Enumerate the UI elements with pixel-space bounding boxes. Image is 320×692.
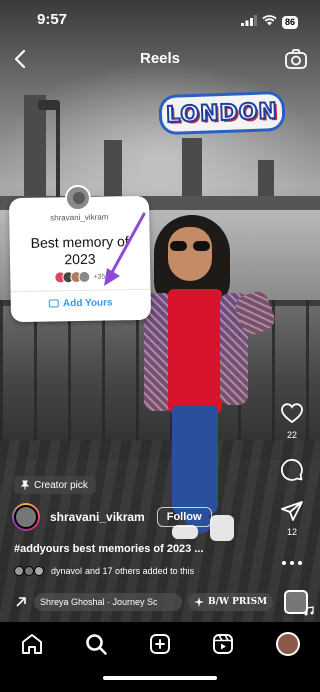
status-time: 9:57 (37, 11, 68, 28)
tab-search[interactable] (84, 632, 108, 656)
added-by-text: and 17 others added to this (85, 566, 195, 576)
effect-tag[interactable]: B/W PRISM (188, 593, 274, 611)
wifi-icon (262, 13, 277, 31)
red-top (168, 289, 222, 413)
added-by-row[interactable]: dynavol and 17 others added to this (14, 566, 194, 576)
author-username[interactable]: shravani_vikram (50, 510, 145, 524)
share-button[interactable]: 12 (278, 500, 306, 537)
author-row: shravani_vikram Follow (12, 503, 212, 531)
status-icons: 86 (240, 13, 298, 31)
audio-track[interactable]: Shreya Ghoshal · Journey Sc (34, 593, 182, 611)
tab-reels[interactable] (211, 632, 235, 656)
song-label: Shreya Ghoshal · Journey Sc (40, 597, 158, 607)
add-icon (150, 634, 170, 654)
avatar (276, 632, 300, 656)
comment-icon (281, 459, 303, 481)
shoe (210, 515, 234, 541)
avatar (64, 184, 92, 212)
arrow-up-right-icon (16, 597, 26, 607)
music-row: Shreya Ghoshal · Journey Sc B/W PRISM (14, 592, 274, 612)
send-icon (281, 501, 303, 521)
add-yours-button[interactable]: Add Yours (11, 297, 151, 310)
more-icon (282, 561, 302, 565)
add-yours-label: Add Yours (62, 297, 113, 310)
avatar (34, 566, 44, 576)
share-count: 12 (286, 527, 297, 537)
camera-icon (48, 299, 60, 308)
added-by-user: dynavol (51, 566, 83, 576)
effect-label: B/W PRISM (208, 597, 268, 607)
music-note-icon (304, 606, 314, 616)
bottom-tab-bar (0, 622, 320, 692)
page-title: Reels (139, 50, 181, 67)
reels-icon (213, 634, 233, 654)
building (24, 95, 46, 205)
location-sticker[interactable]: LONDON (161, 93, 283, 133)
avatar (24, 566, 34, 576)
camera-button[interactable] (284, 47, 308, 71)
pin-icon (20, 480, 30, 490)
post-caption[interactable]: #addyours best memories of 2023 ... (14, 543, 204, 555)
camera-icon (285, 49, 307, 69)
location-sticker-text: LONDON (165, 98, 280, 129)
sunglasses (170, 241, 210, 251)
comment-button[interactable] (278, 458, 306, 482)
more-button[interactable] (278, 560, 306, 566)
face (168, 227, 212, 281)
tab-create[interactable] (148, 632, 172, 656)
creator-pick-badge: Creator pick (14, 476, 96, 494)
avatar (78, 270, 91, 284)
search-icon (86, 634, 107, 655)
status-bar: 9:57 86 (0, 0, 320, 40)
like-button[interactable]: 22 (278, 402, 306, 440)
heart-icon (281, 403, 303, 424)
sparkle-icon (194, 597, 204, 607)
like-count: 22 (286, 430, 297, 440)
battery-icon: 86 (281, 15, 298, 29)
avatar (14, 566, 24, 576)
creator-pick-label: Creator pick (34, 479, 88, 491)
annotation-arrow-icon (104, 212, 146, 286)
audio-thumbnail[interactable] (284, 590, 314, 616)
author-avatar[interactable] (12, 503, 40, 531)
tab-home[interactable] (20, 632, 44, 656)
signal-icon (240, 13, 257, 31)
reels-header: Reels (0, 44, 320, 74)
home-icon (22, 634, 42, 654)
follow-button[interactable]: Follow (156, 507, 212, 527)
home-indicator (103, 676, 217, 680)
lamp-post (56, 108, 60, 198)
tab-profile[interactable] (276, 632, 300, 656)
